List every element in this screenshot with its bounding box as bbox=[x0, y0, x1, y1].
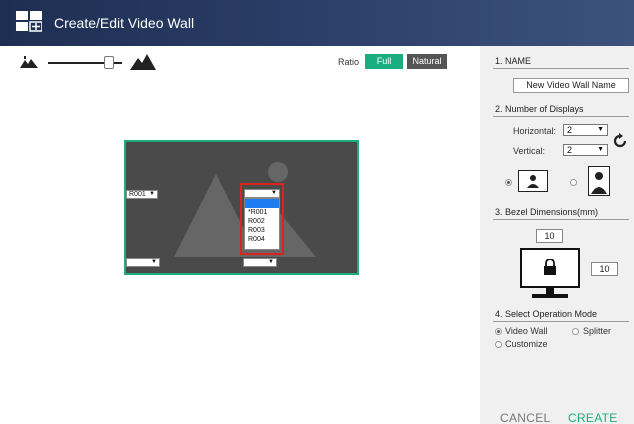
vertical-count-value: 2 bbox=[567, 145, 573, 155]
divider bbox=[493, 219, 629, 220]
cancel-button[interactable]: CANCEL bbox=[500, 411, 550, 424]
display-source-select-2[interactable]: ▼ bbox=[244, 189, 280, 198]
mode-splitter-radio[interactable] bbox=[572, 328, 579, 335]
source-dropdown-list[interactable]: *R001 R002 R003 R004 bbox=[244, 198, 280, 250]
chevron-down-icon: ▼ bbox=[597, 146, 604, 153]
chevron-down-icon: ▼ bbox=[271, 190, 277, 196]
horizontal-label: Horizontal: bbox=[513, 126, 557, 136]
divider bbox=[493, 68, 629, 69]
ratio-natural-button[interactable]: Natural bbox=[407, 54, 447, 69]
mode-video-wall-radio[interactable] bbox=[495, 328, 502, 335]
dropdown-option[interactable]: R002 bbox=[245, 217, 279, 226]
chevron-down-icon: ▼ bbox=[149, 191, 155, 197]
divider bbox=[493, 116, 629, 117]
landscape-display-icon[interactable] bbox=[518, 170, 548, 192]
zoom-slider-thumb[interactable] bbox=[104, 56, 114, 69]
display-source-select-3[interactable]: ▼ bbox=[126, 258, 160, 267]
bezel-top-input[interactable]: 10 bbox=[536, 229, 563, 243]
vertical-count-select[interactable]: 2 ▼ bbox=[563, 144, 608, 156]
ratio-full-button[interactable]: Full bbox=[365, 54, 403, 69]
vertical-label: Vertical: bbox=[513, 146, 546, 156]
mountains-large-icon[interactable] bbox=[130, 54, 156, 70]
display-source-select-1[interactable]: R001 ▼ bbox=[126, 190, 158, 199]
mode-section-title: 4. Select Operation Mode bbox=[495, 309, 598, 319]
window-title: Create/Edit Video Wall bbox=[54, 15, 195, 31]
name-section-title: 1. NAME bbox=[495, 56, 532, 66]
mountains-small-icon[interactable] bbox=[20, 56, 38, 68]
chevron-down-icon: ▼ bbox=[151, 259, 157, 265]
bezel-right-input[interactable]: 10 bbox=[591, 262, 618, 276]
divider bbox=[493, 321, 629, 322]
display-source-select-4[interactable]: ▼ bbox=[243, 258, 277, 267]
mode-customize-radio[interactable] bbox=[495, 341, 502, 348]
dropdown-option[interactable]: *R001 bbox=[245, 208, 279, 217]
dropdown-option[interactable]: R004 bbox=[245, 235, 279, 244]
video-wall-layout-icon bbox=[16, 11, 42, 32]
lock-icon[interactable] bbox=[543, 259, 557, 275]
chevron-down-icon: ▼ bbox=[597, 126, 604, 133]
ratio-label: Ratio bbox=[338, 57, 360, 67]
mode-splitter-label[interactable]: Splitter bbox=[583, 326, 611, 336]
horizontal-count-select[interactable]: 2 ▼ bbox=[563, 124, 608, 136]
displays-section-title: 2. Number of Displays bbox=[495, 104, 584, 114]
orientation-landscape-radio[interactable] bbox=[505, 179, 512, 186]
orientation-portrait-radio[interactable] bbox=[570, 179, 577, 186]
refresh-icon[interactable] bbox=[612, 133, 628, 149]
title-bar: Create/Edit Video Wall bbox=[0, 0, 634, 46]
horizontal-count-value: 2 bbox=[567, 125, 573, 135]
mode-video-wall-label[interactable]: Video Wall bbox=[505, 326, 548, 336]
create-button[interactable]: CREATE bbox=[568, 411, 618, 424]
dropdown-blank-option[interactable] bbox=[245, 199, 279, 208]
portrait-display-icon[interactable] bbox=[588, 166, 610, 196]
display-source-value: R001 bbox=[129, 191, 146, 198]
bezel-section-title: 3. Bezel Dimensions(mm) bbox=[495, 207, 599, 217]
chevron-down-icon: ▼ bbox=[268, 259, 274, 265]
mode-customize-label[interactable]: Customize bbox=[505, 339, 548, 349]
video-wall-name-input[interactable]: New Video Wall Name bbox=[513, 78, 629, 93]
dropdown-option[interactable]: R003 bbox=[245, 226, 279, 235]
